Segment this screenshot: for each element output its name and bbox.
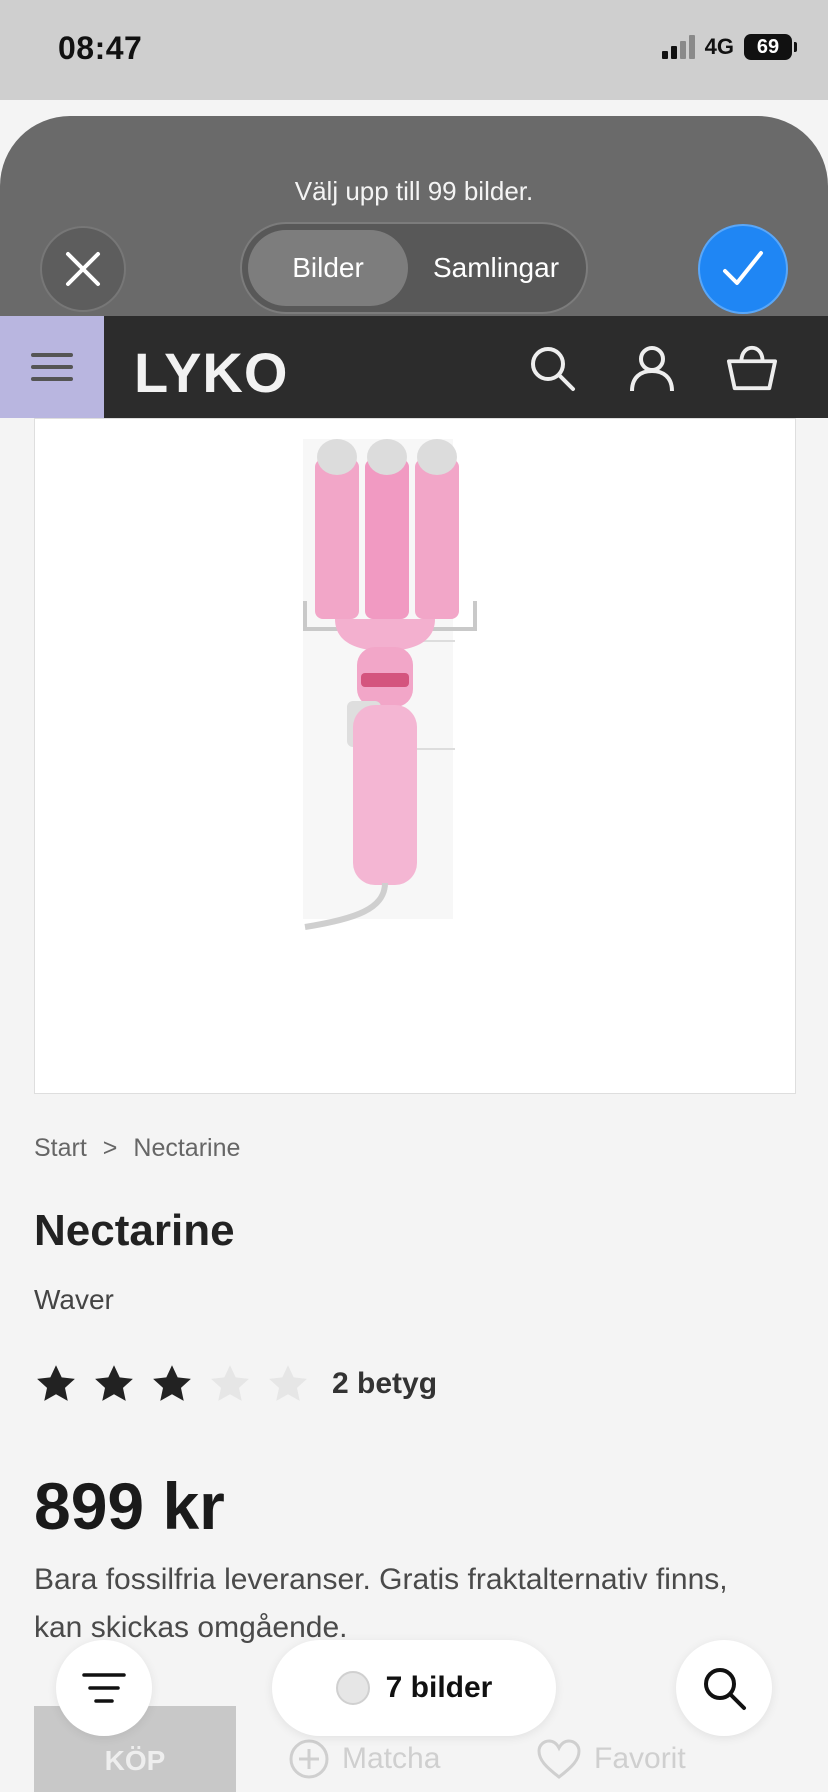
tab-samlingar[interactable]: Samlingar	[408, 230, 584, 306]
header-basket-button[interactable]	[726, 342, 778, 394]
star-empty-icon	[269, 1365, 307, 1401]
source-segmented-control: Bilder Samlingar	[240, 222, 588, 314]
plus-circle-icon	[289, 1739, 329, 1779]
filter-button[interactable]	[56, 1640, 152, 1736]
picker-search-button[interactable]	[676, 1640, 772, 1736]
heart-icon	[537, 1739, 581, 1779]
site-header: LYKO	[0, 316, 828, 418]
breadcrumb-start-link[interactable]: Start	[34, 1134, 87, 1163]
product-name: Waver	[34, 1284, 114, 1315]
favorite-button[interactable]: Favorit	[536, 1738, 686, 1780]
status-bar: 08:47 4G 69	[0, 0, 828, 100]
product-brand[interactable]: Nectarine	[34, 1206, 235, 1256]
selection-summary-button[interactable]: 7 bilder	[272, 1640, 556, 1736]
star-icon	[37, 1365, 75, 1401]
picker-hint: Välj upp till 99 bilder.	[294, 176, 534, 206]
search-icon	[531, 347, 575, 391]
selection-count: 7 bilder	[385, 1671, 493, 1704]
star-icon	[153, 1365, 191, 1401]
selection-thumbnail	[335, 1671, 370, 1705]
product-rating[interactable]: 2 betyg	[34, 1362, 437, 1406]
match-label: Matcha	[342, 1742, 441, 1775]
breadcrumb-brand-link[interactable]: Nectarine	[133, 1134, 240, 1163]
header-account-button[interactable]	[626, 342, 678, 394]
header-search-button[interactable]	[526, 342, 578, 394]
rating-count: 2 betyg	[332, 1367, 438, 1400]
close-icon	[66, 252, 100, 286]
status-time: 08:47	[58, 30, 143, 66]
breadcrumb: Start > Nectarine	[34, 1134, 240, 1163]
tab-bilder[interactable]: Bilder	[248, 230, 408, 306]
battery-icon: 69	[744, 34, 797, 60]
confirm-button[interactable]	[698, 224, 788, 314]
signal-icon	[661, 35, 695, 59]
close-button[interactable]	[40, 226, 126, 312]
filter-icon	[82, 1673, 126, 1703]
star-icon	[95, 1365, 133, 1401]
star-empty-icon	[211, 1365, 249, 1401]
search-icon	[704, 1668, 746, 1710]
match-button[interactable]: Matcha	[288, 1738, 440, 1780]
network-label: 4G	[704, 34, 734, 59]
product-image[interactable]	[34, 418, 796, 1094]
status-indicators: 4G 69	[661, 34, 797, 60]
basket-icon	[726, 345, 778, 391]
menu-button[interactable]	[0, 316, 104, 418]
product-price: 899 kr	[34, 1469, 225, 1543]
menu-icon	[31, 353, 73, 381]
brand-logo[interactable]: LYKO	[134, 340, 288, 405]
user-icon	[630, 346, 674, 392]
delivery-info: Bara fossilfria leveranser. Gratis frakt…	[34, 1563, 728, 1644]
checkmark-icon	[723, 251, 763, 285]
hair-waver-image	[303, 439, 477, 930]
favorite-label: Favorit	[594, 1742, 686, 1775]
breadcrumb-separator: >	[102, 1134, 118, 1162]
